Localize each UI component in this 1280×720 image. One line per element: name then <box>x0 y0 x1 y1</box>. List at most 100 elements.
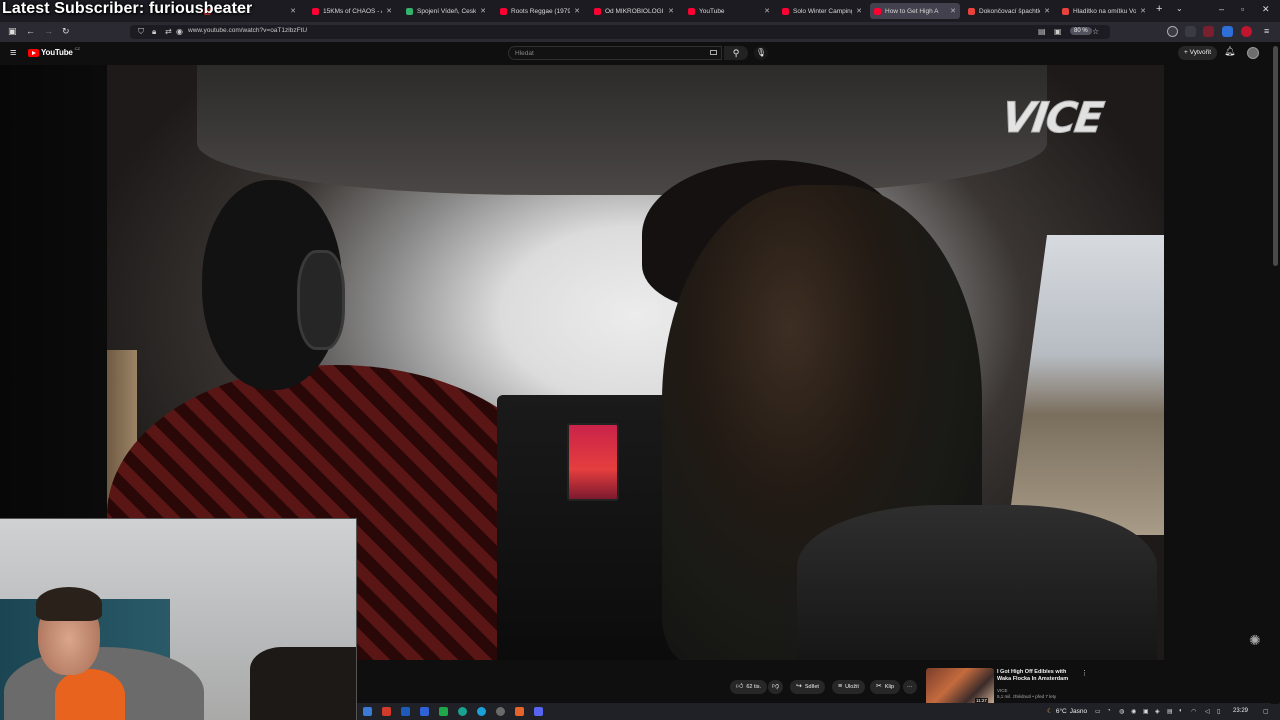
browser-tab[interactable]: Spojení Vídeň, Česko, P ✕ <box>402 3 490 19</box>
page-scrollbar-thumb[interactable] <box>1273 46 1278 266</box>
browser-tab[interactable]: Hladítko na omítku Vore ✕ <box>1058 3 1150 19</box>
minimize-icon[interactable]: – <box>1219 4 1224 14</box>
tray-icon[interactable]: ◈ <box>1155 708 1160 715</box>
tab-close-icon[interactable]: ✕ <box>290 7 296 15</box>
tray-icon[interactable]: ▤ <box>1167 708 1173 715</box>
tab-list-chevron-icon[interactable]: ⌄ <box>1176 4 1183 13</box>
browser-tab[interactable]: 15KMs of CHAOS - Aban ✕ <box>308 3 396 19</box>
tab-favicon-icon <box>312 7 319 15</box>
app-menu-icon[interactable]: ≡ <box>1264 26 1269 36</box>
clip-button[interactable]: ✂ Klip <box>870 680 901 694</box>
discord-icon[interactable] <box>534 707 543 716</box>
translate-extension-icon[interactable] <box>1222 26 1233 37</box>
sidebar-toggle-icon[interactable]: ▣ <box>8 26 17 37</box>
avatar[interactable] <box>1247 47 1259 59</box>
permissions-icon[interactable]: ⇄ <box>165 27 172 36</box>
forward-icon[interactable]: → <box>44 26 53 36</box>
back-icon[interactable]: ← <box>26 26 35 36</box>
picture-in-picture-icon[interactable]: ▣ <box>1054 27 1062 36</box>
wifi-icon[interactable]: ◠ <box>1191 708 1196 715</box>
maximize-icon[interactable]: ▫ <box>1241 4 1244 14</box>
recommended-channel[interactable]: VICE <box>997 688 1008 693</box>
tray-icon[interactable]: ▣ <box>1143 708 1149 715</box>
taskbar-app-icon[interactable] <box>382 707 391 716</box>
save-button[interactable]: ≡ Uložit <box>832 680 865 694</box>
weather-widget[interactable]: ☾ 6°C Jasno <box>1047 707 1088 716</box>
browser-tab[interactable]: Dokončovací špachtle n ✕ <box>964 3 1054 19</box>
ambient-mode-icon[interactable]: ✺ <box>1249 632 1267 650</box>
browser-tab[interactable]: YouTube ✕ <box>684 3 774 19</box>
notifications-bell-icon[interactable]: 🔔︎ <box>1224 46 1235 57</box>
bookmark-star-icon[interactable]: ☆ <box>1092 27 1099 36</box>
recommended-title[interactable]: I Got High Off Edibles with Waka Flocka … <box>997 669 1077 683</box>
extensions-icon[interactable] <box>1185 26 1196 37</box>
taskbar-app-icon[interactable] <box>439 707 448 716</box>
battery-icon[interactable]: ▯ <box>1217 708 1220 715</box>
youtube-logo[interactable]: YouTube CZ <box>28 46 80 57</box>
keyboard-icon[interactable] <box>710 50 717 55</box>
weather-text: Jasno <box>1069 707 1088 715</box>
scissors-icon: ✂ <box>876 683 882 690</box>
search-input[interactable] <box>515 48 705 59</box>
tab-favicon-icon <box>406 7 413 15</box>
tab-label: 15KMs of CHAOS - Aban <box>323 7 382 15</box>
tab-close-icon[interactable]: ✕ <box>386 7 392 15</box>
search-box[interactable] <box>508 46 722 60</box>
zoom-level-badge[interactable]: 80 % <box>1070 27 1092 35</box>
video-frame-gps-screen <box>567 423 619 501</box>
temperature: 6°C <box>1055 707 1067 715</box>
voice-search-button[interactable]: 🎙︎ <box>754 46 768 60</box>
like-button[interactable]: 👍︎ 62 tis. <box>730 680 768 694</box>
shield-icon[interactable]: ⛉ <box>138 27 144 37</box>
tab-close-icon[interactable]: ✕ <box>764 7 770 15</box>
tab-label: Roots Reggae (1979) [Lo <box>511 7 571 15</box>
tab-close-icon[interactable]: ✕ <box>1140 7 1146 15</box>
taskbar-app-icon[interactable] <box>477 707 486 716</box>
tab-close-icon[interactable]: ✕ <box>668 7 674 15</box>
extension-badge-icon[interactable] <box>1203 26 1214 37</box>
more-actions-button[interactable]: ··· <box>903 680 917 694</box>
guide-menu-icon[interactable]: ≡ <box>10 47 16 59</box>
tray-icon[interactable]: ▭ <box>1095 708 1101 715</box>
url-text[interactable]: www.youtube.com/watch?v=oaT1zlbzFtU <box>188 27 307 34</box>
create-button[interactable]: + Vytvořit <box>1178 46 1218 60</box>
tab-close-icon[interactable]: ✕ <box>574 7 580 15</box>
tab-close-icon[interactable]: ✕ <box>856 7 862 15</box>
browser-tab[interactable]: Solo Winter Camping in ✕ <box>778 3 866 19</box>
taskbar-clock[interactable]: 23:29 <box>1233 708 1248 714</box>
dislike-button[interactable]: 👎︎ <box>768 680 784 694</box>
taskbar-app-icon[interactable] <box>496 707 505 716</box>
tab-close-icon[interactable]: ✕ <box>950 7 956 15</box>
tab-close-icon[interactable]: ✕ <box>1044 7 1050 15</box>
tab-close-icon[interactable]: ✕ <box>480 7 486 15</box>
account-icon[interactable] <box>1167 26 1178 37</box>
recording-extension-icon[interactable] <box>1241 26 1252 37</box>
browser-tab[interactable]: Od MIKROBIOLOGIE ke ✕ <box>590 3 678 19</box>
tray-icon[interactable]: ◍ <box>1119 708 1124 715</box>
lock-icon[interactable]: 🔒︎ <box>152 27 156 37</box>
window-close-icon[interactable]: ✕ <box>1262 4 1270 15</box>
browser-tab[interactable]: Roots Reggae (1979) [Lo ✕ <box>496 3 584 19</box>
tab-label: Spojení Vídeň, Česko, P <box>417 7 477 15</box>
start-icon[interactable] <box>363 707 372 716</box>
new-tab-icon[interactable]: + <box>1156 3 1162 15</box>
reload-icon[interactable]: ↻ <box>62 26 70 37</box>
firefox-icon[interactable] <box>515 707 524 716</box>
tab-favicon-icon <box>1062 7 1069 15</box>
tab-label: Hladítko na omítku Vore <box>1073 7 1137 15</box>
notifications-icon[interactable]: ▢ <box>1263 708 1269 715</box>
search-button[interactable]: ⚲ <box>724 46 748 60</box>
share-button[interactable]: ↪ Sdílet <box>790 680 825 694</box>
tray-icon[interactable]: ◉ <box>1131 708 1136 715</box>
taskbar-app-icon[interactable] <box>420 707 429 716</box>
browser-tab-active[interactable]: How to Get High A ✕ <box>870 3 960 19</box>
taskbar-app-icon[interactable] <box>458 707 467 716</box>
taskbar-app-icon[interactable] <box>401 707 410 716</box>
recommended-menu-icon[interactable]: ⋮ <box>1081 669 1088 677</box>
camera-indicator-icon[interactable]: ◉ <box>176 27 183 36</box>
volume-icon[interactable]: ◁ <box>1205 708 1210 715</box>
address-bar[interactable]: ⛉ 🔒︎ ⇄ ◉ www.youtube.com/watch?v=oaT1zlb… <box>130 25 1110 39</box>
tray-icon[interactable]: ◔ <box>1107 708 1111 714</box>
reader-view-icon[interactable]: ▤ <box>1038 27 1046 36</box>
tray-icon[interactable]: ◐ <box>1179 708 1183 714</box>
